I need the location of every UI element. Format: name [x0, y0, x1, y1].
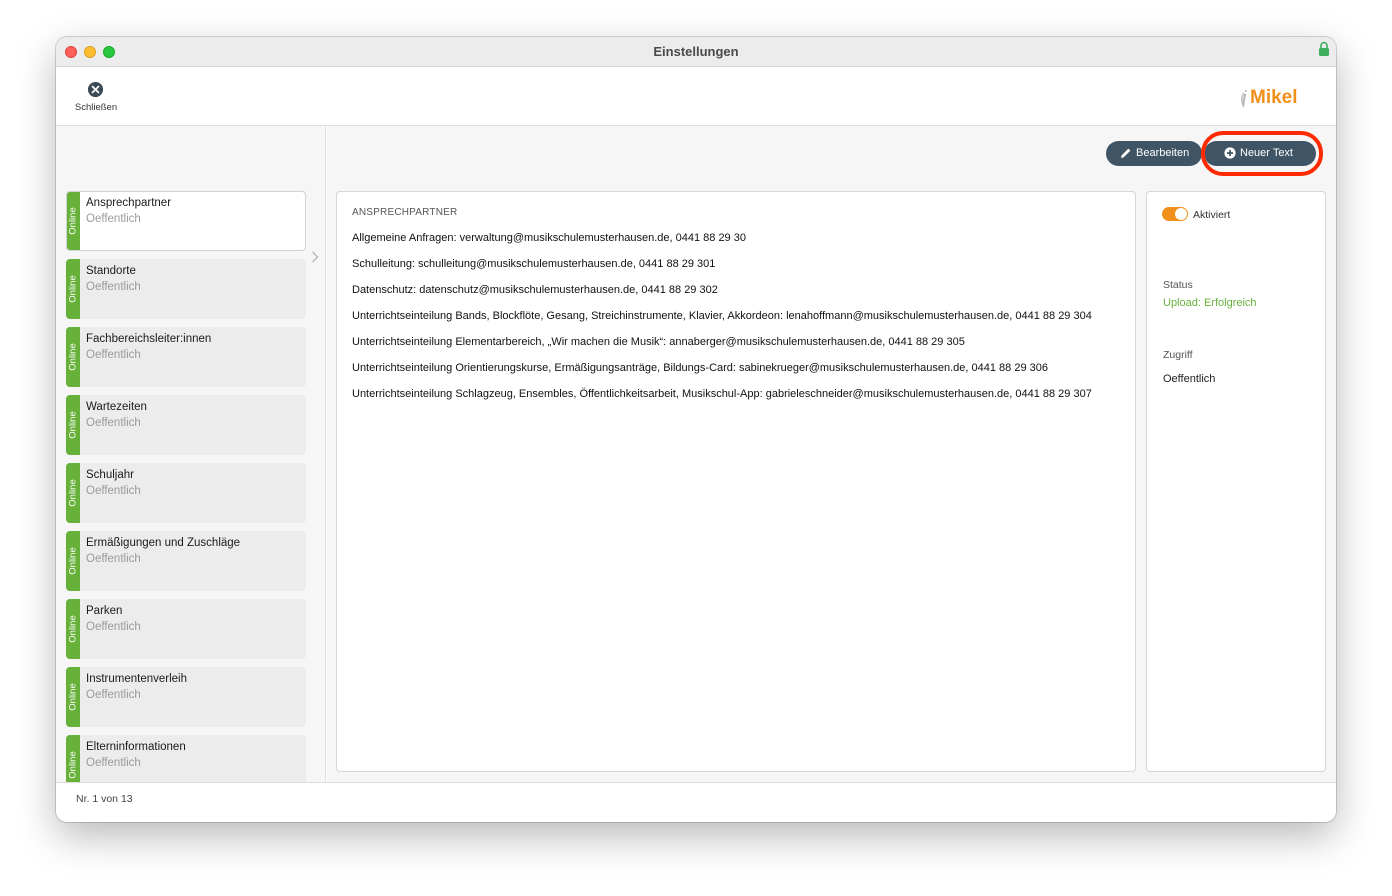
content-line: Schulleitung: schulleitung@musikschulemu…: [352, 258, 716, 270]
content-line: Unterrichtseinteilung Orientierungskurse…: [352, 362, 1048, 374]
sidebar-item-title: Elterninformationen: [86, 741, 186, 753]
toggle-knob: [1175, 208, 1187, 220]
lock-icon: [1319, 41, 1329, 56]
sidebar-item-wartezeiten[interactable]: Online Wartezeiten Oeffentlich: [66, 395, 306, 455]
content-panel: ANSPRECHPARTNER Allgemeine Anfragen: ver…: [336, 191, 1136, 772]
record-counter: Nr. 1 von 13: [76, 793, 133, 805]
logo-i: i: [1242, 88, 1247, 110]
edit-button-label: Bearbeiten: [1136, 147, 1190, 159]
close-button-label: Schließen: [74, 102, 118, 113]
status-label: Status: [1163, 279, 1193, 291]
sidebar-item-subtitle: Oeffentlich: [86, 213, 141, 225]
online-badge: Online: [66, 259, 80, 319]
activated-label: Aktiviert: [1193, 209, 1231, 221]
sidebar-item-title: Standorte: [86, 265, 136, 277]
sidebar-item-title: Fachbereichsleiter:innen: [86, 333, 212, 345]
sidebar-item-title: Wartezeiten: [86, 401, 147, 413]
main-area: Bearbeiten Neuer Text ANSPRECHPARTNER Al…: [327, 126, 1336, 782]
sidebar-item-subtitle: Oeffentlich: [86, 689, 141, 701]
content-line: Datenschutz: datenschutz@musikschulemust…: [352, 284, 718, 296]
sidebar-item-ansprechpartner[interactable]: Online Ansprechpartner Oeffentlich: [66, 191, 306, 251]
sidebar-item-title: Ermäßigungen und Zuschläge: [86, 537, 241, 549]
online-badge: Online: [66, 667, 80, 727]
imikel-logo: i Mikel: [1241, 87, 1298, 110]
sidebar: Online Ansprechpartner Oeffentlich Onlin…: [56, 126, 326, 782]
content-line: Unterrichtseinteilung Schlagzeug, Ensemb…: [352, 388, 1092, 400]
content-text: Allgemeine Anfragen: verwaltung@musiksch…: [352, 232, 1127, 414]
sidebar-item-instrumentenverleih[interactable]: Online Instrumentenverleih Oeffentlich: [66, 667, 306, 727]
highlight-annotation: [1201, 131, 1323, 176]
online-badge: Online: [66, 395, 80, 455]
sidebar-item-standorte[interactable]: Online Standorte Oeffentlich: [66, 259, 306, 319]
title-bar: Einstellungen: [56, 37, 1336, 67]
sidebar-item-title: Instrumentenverleih: [86, 673, 187, 685]
edit-button[interactable]: Bearbeiten: [1106, 141, 1202, 166]
logo-text: Mikel: [1250, 87, 1298, 108]
online-badge: Online: [67, 192, 80, 250]
content-line: Unterrichtseinteilung Bands, Blockflöte,…: [352, 310, 1092, 322]
online-badge: Online: [66, 735, 80, 782]
online-badge: Online: [66, 327, 80, 387]
sidebar-item-subtitle: Oeffentlich: [86, 757, 141, 769]
online-badge: Online: [66, 599, 80, 659]
sidebar-item-elterninformationen[interactable]: Online Elterninformationen Oeffentlich: [66, 735, 306, 782]
activated-toggle[interactable]: [1162, 207, 1188, 221]
sidebar-item-title: Ansprechpartner: [86, 197, 172, 209]
details-panel: Aktiviert Status Upload: Erfolgreich Zug…: [1146, 191, 1326, 772]
access-label: Zugriff: [1163, 349, 1193, 361]
sidebar-item-fachbereichsleiter[interactable]: Online Fachbereichsleiter:innen Oeffentl…: [66, 327, 306, 387]
sidebar-item-schuljahr[interactable]: Online Schuljahr Oeffentlich: [66, 463, 306, 523]
window-title: Einstellungen: [653, 44, 739, 59]
access-value: Oeffentlich: [1163, 373, 1216, 385]
status-bar: Nr. 1 von 13: [56, 782, 1336, 822]
status-value: Upload: Erfolgreich: [1163, 297, 1257, 309]
sidebar-item-subtitle: Oeffentlich: [86, 621, 141, 633]
chevron-right-icon: [312, 251, 319, 263]
content-line: Allgemeine Anfragen: verwaltung@musiksch…: [352, 232, 746, 244]
sidebar-item-subtitle: Oeffentlich: [86, 281, 141, 293]
sidebar-item-title: Schuljahr: [86, 469, 134, 481]
close-button[interactable]: Schließen: [70, 79, 122, 115]
online-badge: Online: [66, 531, 80, 591]
sidebar-item-title: Parken: [86, 605, 123, 617]
close-circle-icon: [87, 81, 104, 98]
online-badge: Online: [66, 463, 80, 523]
sidebar-item-ermaessigungen[interactable]: Online Ermäßigungen und Zuschläge Oeffen…: [66, 531, 306, 591]
sidebar-item-subtitle: Oeffentlich: [86, 553, 141, 565]
sidebar-item-subtitle: Oeffentlich: [86, 417, 141, 429]
sidebar-item-parken[interactable]: Online Parken Oeffentlich: [66, 599, 306, 659]
content-heading: ANSPRECHPARTNER: [352, 207, 458, 218]
toolbar: Schließen i Mikel: [56, 67, 1336, 126]
sidebar-item-subtitle: Oeffentlich: [86, 349, 141, 361]
pencil-icon: [1121, 148, 1131, 158]
settings-window: Einstellungen Schließen i Mikel Online A…: [56, 37, 1336, 822]
content-line: Unterrichtseinteilung Elementarbereich, …: [352, 336, 965, 348]
sidebar-item-subtitle: Oeffentlich: [86, 485, 141, 497]
